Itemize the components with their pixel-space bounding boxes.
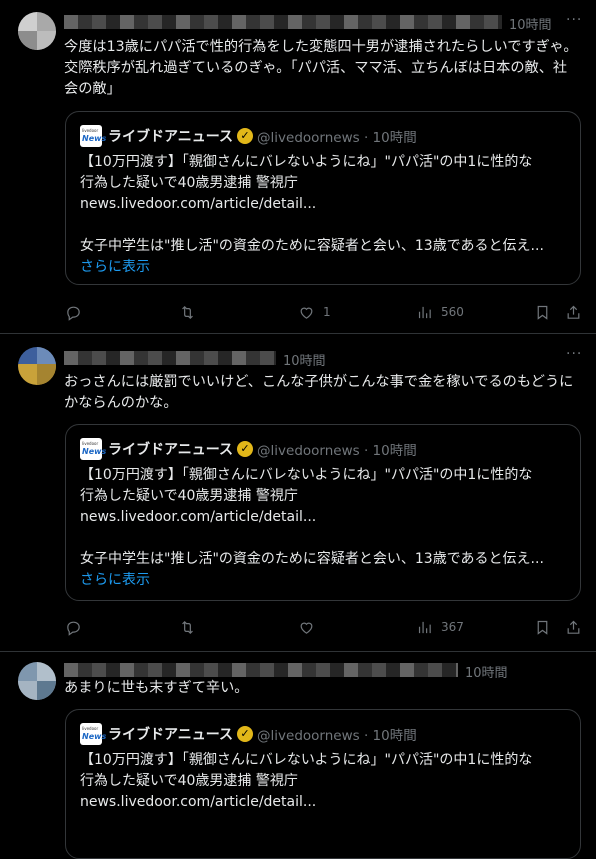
card-header: livedoor News ライブドアニュース ✓ @livedoornews … (80, 125, 417, 147)
show-more-link[interactable]: さらに表示 (80, 257, 568, 278)
link-card[interactable]: livedoor News ライブドアニュース ✓ @livedoornews … (65, 424, 581, 601)
card-url: news.livedoor.com/article/detail... (80, 794, 317, 810)
timestamp[interactable]: 10時間 (509, 14, 552, 33)
link-card[interactable]: livedoor News ライブドアニュース ✓ @livedoornews … (65, 709, 581, 859)
views-icon (418, 621, 431, 633)
share-button[interactable] (565, 617, 590, 637)
bookmark-button[interactable] (534, 617, 559, 637)
share-icon (567, 620, 580, 634)
tweet[interactable]: 10時間 あまりに世も末すぎて辛い。 livedoor News ライブドアニュ… (0, 652, 596, 859)
card-body: 【10万円渡す】「親御さんにバレないようにね」"パパ活"の中1に性的な 行為した… (80, 750, 568, 813)
share-button[interactable] (565, 302, 590, 322)
retweet-button[interactable] (179, 617, 204, 637)
bookmark-icon (537, 620, 548, 635)
card-body: 【10万円渡す】「親御さんにバレないようにね」"パパ活"の中1に性的な 行為した… (80, 152, 568, 278)
retweet-icon (182, 620, 193, 634)
card-handle: @livedoornews · 10時間 (257, 443, 417, 459)
author-name-blurred[interactable] (64, 15, 502, 29)
card-header: livedoor News ライブドアニュース ✓ @livedoornews … (80, 723, 417, 745)
card-source-name: ライブドアニュース (108, 129, 234, 145)
more-icon[interactable]: ··· (566, 346, 582, 362)
heart-icon (300, 307, 313, 319)
author-name-blurred[interactable] (64, 351, 276, 365)
retweet-button[interactable] (179, 302, 204, 322)
more-icon[interactable]: ··· (566, 12, 582, 28)
tweet[interactable]: 10時間 ··· おっさんには厳罰でいいけど、こんな子供がこんな事で金を稼いでる… (0, 334, 596, 652)
card-source-name: ライブドアニュース (108, 727, 234, 743)
card-line: 女子中学生は"推し活"の資金のために容疑者と会い、13歳であると伝え... (80, 238, 544, 254)
tweet-text: 今度は13歳にパパ活で性的行為をした変態四十男が逮捕されたらしいですぎゃ。交際秩… (64, 39, 578, 97)
card-header: livedoor News ライブドアニュース ✓ @livedoornews … (80, 438, 417, 460)
like-count: 1 (323, 305, 331, 319)
card-line: 行為した疑いで40歳男逮捕 警視庁 (80, 488, 298, 504)
card-line: 【10万円渡す】「親御さんにバレないようにね」"パパ活"の中1に性的な (80, 154, 533, 170)
card-url: news.livedoor.com/article/detail... (80, 509, 317, 525)
card-body: 【10万円渡す】「親御さんにバレないようにね」"パパ活"の中1に性的な 行為した… (80, 465, 568, 591)
action-bar: 1 560 (64, 302, 580, 322)
link-card[interactable]: livedoor News ライブドアニュース ✓ @livedoornews … (65, 111, 581, 285)
views-button[interactable]: 560 (416, 302, 464, 322)
avatar[interactable] (18, 12, 56, 50)
card-line: 【10万円渡す】「親御さんにバレないようにね」"パパ活"の中1に性的な (80, 467, 533, 483)
heart-icon (300, 622, 313, 634)
livedoor-logo: livedoor News (80, 438, 106, 460)
bookmark-icon (537, 305, 548, 320)
card-url: news.livedoor.com/article/detail... (80, 196, 317, 212)
livedoor-logo: livedoor News (80, 125, 106, 147)
retweet-icon (182, 305, 193, 319)
card-line: 【10万円渡す】「親御さんにバレないようにね」"パパ活"の中1に性的な (80, 752, 533, 768)
card-line: 女子中学生は"推し活"の資金のために容疑者と会い、13歳であると伝え... (80, 551, 544, 567)
livedoor-logo: livedoor News (80, 723, 106, 745)
tweet-text: あまりに世も末すぎて辛い。 (64, 680, 249, 696)
avatar[interactable] (18, 347, 56, 385)
action-bar: 367 (64, 617, 580, 637)
author-name-blurred[interactable] (64, 663, 458, 677)
verified-icon: ✓ (237, 441, 254, 457)
verified-icon: ✓ (237, 128, 254, 144)
tweet-text: おっさんには厳罰でいいけど、こんな子供がこんな事で金を稼いでるのもどうにかならん… (64, 374, 574, 411)
view-count: 560 (441, 305, 464, 319)
like-button[interactable]: 1 (298, 302, 331, 322)
verified-icon: ✓ (237, 726, 254, 742)
views-button[interactable]: 367 (416, 617, 464, 637)
reply-icon (67, 306, 80, 321)
timestamp[interactable]: 10時間 (283, 350, 326, 369)
card-handle: @livedoornews · 10時間 (257, 130, 417, 146)
share-icon (567, 305, 580, 319)
show-more-link[interactable]: さらに表示 (80, 570, 568, 591)
bookmark-button[interactable] (534, 302, 559, 322)
card-line: 行為した疑いで40歳男逮捕 警視庁 (80, 175, 298, 191)
card-handle: @livedoornews · 10時間 (257, 728, 417, 744)
tweet[interactable]: 10時間 ··· 今度は13歳にパパ活で性的行為をした変態四十男が逮捕されたらし… (0, 0, 596, 334)
views-icon (418, 306, 431, 318)
like-button[interactable] (298, 617, 323, 637)
reply-button[interactable] (65, 617, 90, 637)
reply-icon (67, 621, 80, 636)
avatar[interactable] (18, 662, 56, 700)
reply-button[interactable] (65, 302, 90, 322)
view-count: 367 (441, 620, 464, 634)
card-line: 行為した疑いで40歳男逮捕 警視庁 (80, 773, 298, 789)
card-source-name: ライブドアニュース (108, 442, 234, 458)
